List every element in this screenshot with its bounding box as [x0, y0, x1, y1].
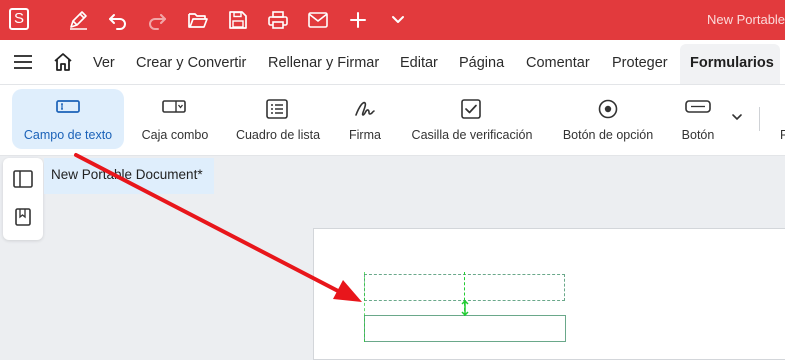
open-folder-icon[interactable] — [187, 10, 209, 30]
text-field-new[interactable] — [364, 315, 566, 342]
pen-icon[interactable] — [67, 10, 89, 30]
title-bar: S New Portable — [0, 0, 785, 40]
menu-item-editar[interactable]: Editar — [400, 55, 438, 71]
forms-ribbon: Campo de texto Caja combo Cuadro de list… — [0, 85, 785, 156]
menu-item-crear-y-convertir[interactable]: Crear y Convertir — [136, 55, 246, 71]
chevron-down-icon[interactable] — [387, 10, 409, 30]
menu-item-rellenar-y-firmar[interactable]: Rellenar y Firmar — [268, 55, 379, 71]
radio-button-label: Botón de opción — [562, 128, 654, 142]
document-tab-label: New Portable Document* — [51, 167, 203, 182]
save-icon[interactable] — [227, 10, 249, 30]
menu-bar: Ver Crear y Convertir Rellenar y Firmar … — [0, 40, 785, 124]
signature-button[interactable]: Firma — [340, 89, 390, 149]
signature-label: Firma — [349, 128, 381, 142]
list-box-button[interactable]: Cuadro de lista — [230, 89, 326, 149]
document-tab[interactable]: New Portable Document* — [44, 158, 214, 194]
combo-box-button[interactable]: Caja combo — [134, 89, 216, 149]
window-title: New Portable — [707, 12, 785, 27]
menu-item-ver[interactable]: Ver — [93, 55, 115, 71]
push-button-button[interactable]: Botón — [674, 89, 722, 149]
menu-item-proteger[interactable]: Proteger — [612, 55, 668, 71]
bookmark-icon[interactable] — [15, 208, 31, 226]
text-field-label: Campo de texto — [23, 128, 113, 142]
list-box-label: Cuadro de lista — [235, 128, 321, 142]
hamburger-menu-icon[interactable] — [13, 54, 33, 70]
list-box-icon — [266, 99, 288, 119]
home-icon[interactable] — [53, 52, 73, 72]
checkbox-icon — [460, 99, 482, 119]
combo-box-label: Caja combo — [141, 128, 209, 142]
signature-icon — [354, 99, 376, 119]
add-icon[interactable] — [347, 10, 369, 30]
left-side-panel — [3, 158, 43, 240]
combo-box-icon — [162, 99, 186, 115]
text-field-button[interactable]: Campo de texto — [12, 89, 124, 149]
ribbon-separator — [759, 107, 760, 131]
button-icon — [685, 99, 711, 115]
email-icon[interactable] — [307, 10, 329, 30]
spacing-guide-marker — [460, 300, 470, 316]
radio-button-icon — [597, 99, 619, 119]
text-field-icon — [56, 99, 80, 115]
menu-item-pagina[interactable]: Página — [459, 55, 504, 71]
sidebar-toggle-icon[interactable] — [13, 170, 33, 188]
menu-item-formularios[interactable]: Formularios — [690, 55, 774, 71]
ribbon-more-chevron-icon[interactable] — [730, 112, 744, 124]
checkbox-button[interactable]: Casilla de verificación — [404, 89, 540, 149]
push-button-label: Botón — [681, 128, 715, 142]
undo-icon[interactable] — [107, 10, 129, 30]
alignment-guide-left — [364, 272, 365, 342]
menu-item-comentar[interactable]: Comentar — [526, 55, 590, 71]
checkbox-label: Casilla de verificación — [411, 128, 533, 142]
print-icon[interactable] — [267, 10, 289, 30]
radio-button-button[interactable]: Botón de opción — [556, 89, 660, 149]
ribbon-overflow-label[interactable]: F — [780, 128, 785, 142]
redo-icon[interactable] — [146, 10, 168, 30]
app-logo[interactable]: S — [9, 8, 29, 30]
